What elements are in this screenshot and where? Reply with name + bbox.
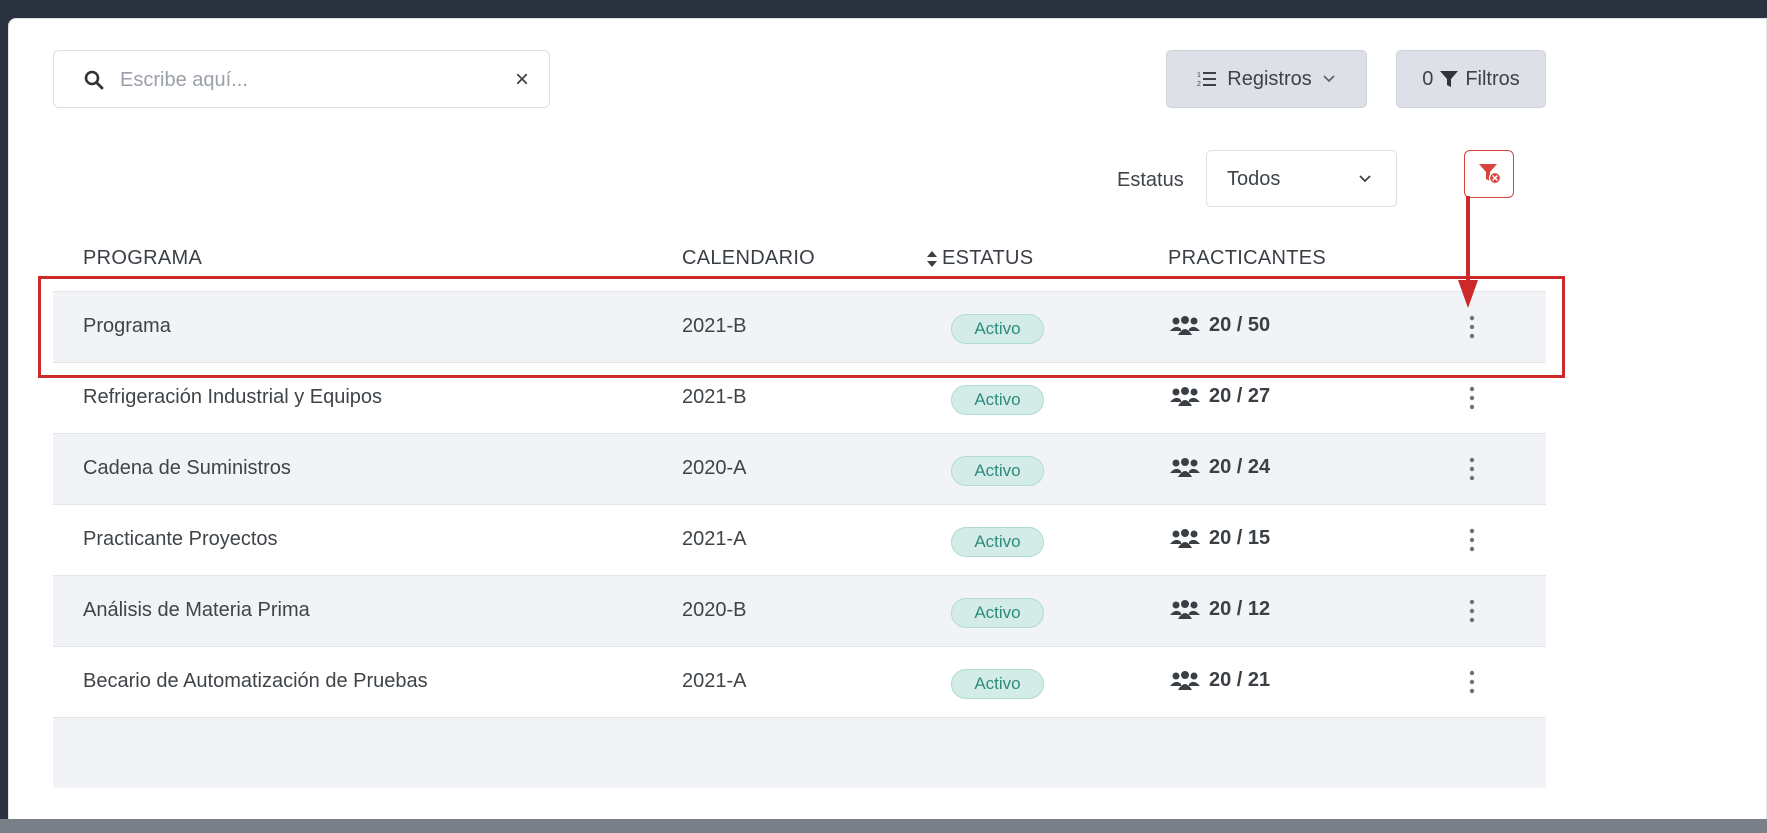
filtros-label: Filtros	[1465, 67, 1520, 90]
table-row[interactable]: Refrigeración Industrial y Equipos 2021-…	[53, 362, 1546, 433]
table-row[interactable]: Programa 2021-B Activo 20 / 50	[53, 291, 1546, 362]
users-icon	[1170, 457, 1200, 477]
table-row[interactable]: Análisis de Materia Prima 2020-B Activo …	[53, 575, 1546, 646]
estatus-filter-label: Estatus	[1117, 169, 1184, 191]
filtros-button[interactable]: 0 Filtros	[1396, 50, 1546, 108]
practicantes-cell: 20 / 12	[1169, 598, 1270, 621]
practicantes-count: 20 / 27	[1209, 385, 1271, 407]
table-row[interactable]: Practicante Proyectos 2021-A Activo 20 /…	[53, 504, 1546, 575]
search-input[interactable]	[120, 63, 480, 97]
practicantes-cell: 20 / 15	[1169, 527, 1270, 550]
programa-cell: Programa	[83, 315, 171, 337]
programa-cell: Análisis de Materia Prima	[83, 599, 310, 621]
users-icon	[1170, 315, 1200, 335]
practicantes-count: 20 / 12	[1209, 598, 1271, 620]
filter-remove-icon	[1479, 164, 1502, 185]
users-icon	[1170, 670, 1200, 690]
calendario-cell: 2021-B	[682, 315, 747, 337]
calendario-cell: 2020-B	[682, 599, 747, 621]
column-header-estatus-label: ESTATUS	[942, 247, 1034, 269]
column-header-calendario: CALENDARIO	[682, 247, 816, 269]
search-box[interactable]: ×	[53, 50, 550, 108]
clear-filters-button[interactable]	[1464, 150, 1514, 198]
calendario-cell: 2021-A	[682, 528, 747, 550]
filtros-count: 0	[1422, 67, 1434, 90]
calendario-cell: 2021-B	[682, 386, 747, 408]
users-icon	[1170, 599, 1200, 619]
more-vertical-icon[interactable]	[1465, 598, 1479, 624]
more-vertical-icon[interactable]	[1465, 314, 1479, 340]
status-badge: Activo	[951, 385, 1044, 415]
programa-cell: Cadena de Suministros	[83, 457, 291, 479]
users-icon	[1170, 528, 1200, 548]
practicantes-count: 20 / 24	[1209, 456, 1271, 478]
search-icon	[84, 70, 104, 90]
more-vertical-icon[interactable]	[1465, 527, 1479, 553]
more-vertical-icon[interactable]	[1465, 456, 1479, 482]
programa-cell: Practicante Proyectos	[83, 528, 278, 550]
status-badge: Activo	[951, 314, 1044, 344]
more-vertical-icon[interactable]	[1465, 385, 1479, 411]
main-panel: × 1 2 Registros 0 Filtros Estatus Todos	[8, 18, 1767, 833]
column-header-programa: PROGRAMA	[83, 247, 203, 269]
registros-dropdown-button[interactable]: 1 2 Registros	[1166, 50, 1367, 108]
practicantes-cell: 20 / 21	[1169, 669, 1270, 692]
table-row[interactable]	[53, 717, 1546, 788]
practicantes-cell: 20 / 24	[1169, 456, 1270, 479]
table-row[interactable]: Becario de Automatización de Pruebas 202…	[53, 646, 1546, 717]
status-badge: Activo	[951, 527, 1044, 557]
svg-text:2: 2	[1197, 81, 1201, 88]
status-badge: Activo	[951, 669, 1044, 699]
svg-text:1: 1	[1197, 72, 1201, 79]
chevron-down-icon	[1359, 175, 1371, 183]
calendario-cell: 2021-A	[682, 670, 747, 692]
chevron-down-icon	[1323, 75, 1335, 83]
calendario-cell: 2020-A	[682, 457, 747, 479]
users-icon	[1170, 386, 1200, 406]
registros-label: Registros	[1227, 67, 1312, 90]
practicantes-count: 20 / 50	[1209, 314, 1271, 336]
column-header-practicantes: PRACTICANTES	[1168, 247, 1327, 269]
status-badge: Activo	[951, 598, 1044, 628]
list-ordered-icon: 1 2	[1197, 72, 1217, 88]
estatus-select-value: Todos	[1227, 168, 1281, 190]
programa-cell: Refrigeración Industrial y Equipos	[83, 386, 383, 408]
filter-icon	[1440, 71, 1459, 87]
practicantes-cell: 20 / 27	[1169, 385, 1270, 408]
estatus-select[interactable]: Todos	[1206, 150, 1397, 207]
column-header-estatus[interactable]: ESTATUS	[926, 247, 1033, 270]
more-vertical-icon[interactable]	[1465, 669, 1479, 695]
table-row[interactable]: Cadena de Suministros 2020-A Activo 20 /…	[53, 433, 1546, 504]
practicantes-count: 20 / 15	[1209, 527, 1271, 549]
programa-cell: Becario de Automatización de Pruebas	[83, 670, 428, 692]
practicantes-cell: 20 / 50	[1169, 314, 1270, 337]
status-badge: Activo	[951, 456, 1044, 486]
close-icon[interactable]: ×	[510, 68, 534, 92]
bottom-edge	[0, 819, 1767, 833]
practicantes-count: 20 / 21	[1209, 669, 1271, 691]
sort-icon	[927, 250, 937, 267]
